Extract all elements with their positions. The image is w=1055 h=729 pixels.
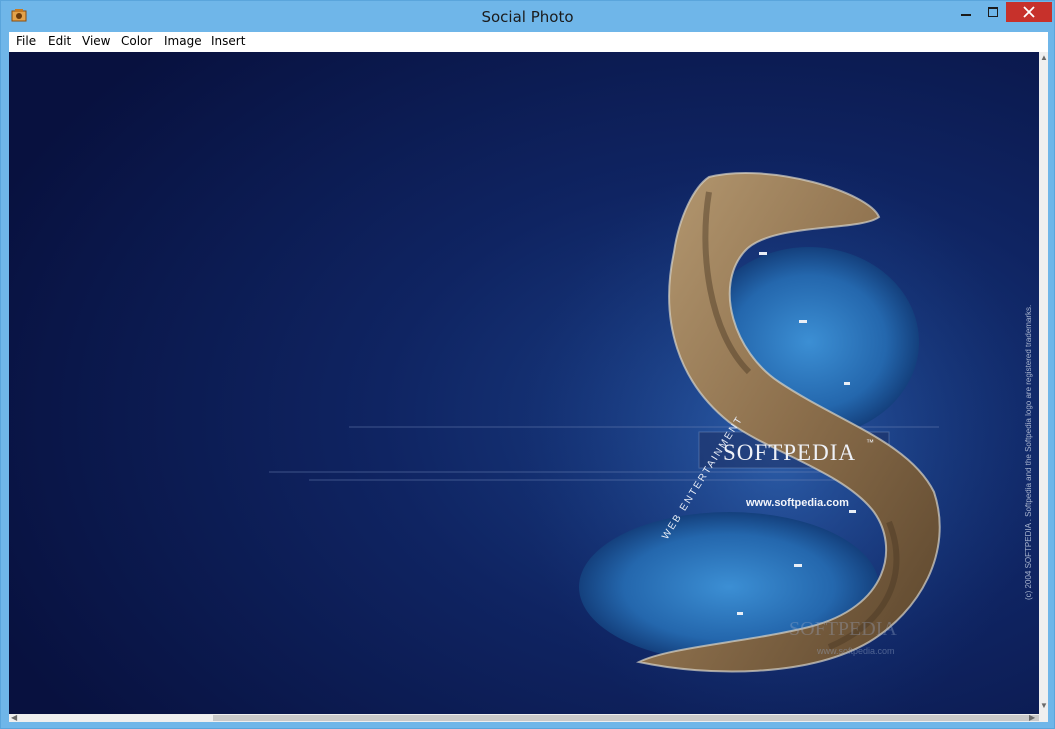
app-window: Social Photo File Edit View Color Image … (0, 0, 1055, 729)
watermark-text: SOFTPEDIA (789, 618, 897, 640)
brand-text: SOFTPEDIA (723, 440, 856, 465)
scrollbar-corner (1039, 714, 1048, 722)
horizontal-scrollbar[interactable]: ◀ ▶ (9, 714, 1039, 722)
trademark-text: ™ (866, 438, 874, 447)
close-button[interactable] (1006, 2, 1052, 22)
menu-edit[interactable]: Edit (48, 34, 71, 48)
window-bottom-frame (1, 722, 1054, 728)
image-canvas[interactable]: SOFTPEDIA ™ www.softpedia.com WEB ENTERT… (9, 52, 1039, 714)
menu-color[interactable]: Color (121, 34, 152, 48)
watermark-url: www.softpedia.com (816, 646, 895, 656)
minimize-icon (960, 14, 971, 16)
menu-view[interactable]: View (82, 34, 110, 48)
vertical-scrollbar[interactable]: ▲ ▼ (1039, 52, 1048, 714)
brand-url: www.softpedia.com (745, 497, 849, 509)
scroll-up-icon[interactable]: ▲ (1040, 54, 1048, 62)
copyright-text: (c) 2004 SOFTPEDIA . Softpedia and the S… (1024, 305, 1033, 600)
window-title: Social Photo (481, 8, 574, 26)
minimize-button[interactable] (952, 2, 979, 22)
menu-file[interactable]: File (16, 34, 36, 48)
maximize-button[interactable] (979, 2, 1006, 22)
close-icon (1023, 6, 1035, 18)
scroll-left-icon[interactable]: ◀ (11, 714, 17, 722)
menu-image[interactable]: Image (164, 34, 202, 48)
horizontal-scroll-thumb[interactable] (213, 715, 1039, 721)
scroll-right-icon[interactable]: ▶ (1029, 714, 1035, 722)
scroll-down-icon[interactable]: ▼ (1040, 702, 1048, 710)
menu-bar: File Edit View Color Image Insert (9, 32, 1048, 52)
menu-insert[interactable]: Insert (211, 34, 245, 48)
wallpaper-image: SOFTPEDIA ™ www.softpedia.com WEB ENTERT… (9, 52, 1039, 714)
maximize-icon (987, 7, 998, 17)
title-bar[interactable]: Social Photo (1, 1, 1054, 32)
